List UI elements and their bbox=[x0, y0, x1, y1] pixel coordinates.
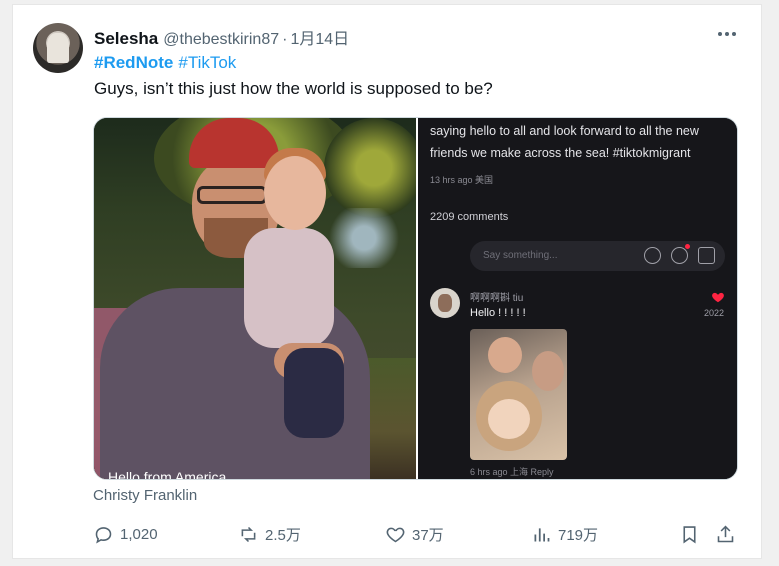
tweet-text: Guys, isn’t this just how the world is s… bbox=[94, 79, 493, 98]
comment-meta: 6 hrs ago 上海 Reply bbox=[470, 467, 554, 477]
header-separator: · bbox=[282, 31, 288, 48]
tweet-date[interactable]: 1月14日 bbox=[290, 25, 349, 49]
repost-icon bbox=[241, 526, 256, 542]
hashtag-tiktok[interactable]: #TikTok bbox=[178, 53, 236, 72]
family-photo[interactable]: Hello from America bbox=[94, 118, 416, 480]
comment-likes: 2022 bbox=[704, 308, 725, 318]
media-attribution[interactable]: Christy Franklin bbox=[93, 487, 197, 504]
share-icon bbox=[717, 525, 734, 542]
comment-photo bbox=[470, 329, 567, 460]
tree-foliage bbox=[324, 118, 416, 218]
repost-count: 2.5万 bbox=[265, 526, 301, 544]
bar-chart-icon bbox=[534, 527, 550, 541]
hashtags: #RedNote #TikTok bbox=[94, 53, 241, 73]
hashtag-rednote[interactable]: #RedNote bbox=[94, 53, 173, 72]
like-button[interactable]: 37万 bbox=[385, 520, 444, 548]
person-face bbox=[532, 351, 564, 391]
baby-body bbox=[244, 228, 334, 348]
author-name[interactable]: Selesha bbox=[94, 29, 158, 49]
like-count: 37万 bbox=[412, 526, 444, 544]
post-meta: 13 hrs ago 美国 bbox=[430, 175, 494, 185]
photo-caption: Hello from America bbox=[108, 469, 227, 480]
emoji-icon bbox=[671, 247, 688, 264]
tweet-media[interactable]: Hello from America saying hello to all a… bbox=[93, 117, 738, 480]
glasses bbox=[197, 186, 267, 204]
baby-face bbox=[264, 156, 326, 230]
notification-dot bbox=[685, 244, 690, 249]
image-icon bbox=[698, 247, 715, 264]
repost-button[interactable]: 2.5万 bbox=[238, 520, 301, 548]
tweet-header: Selesha @thebestkirin87 · 1月14日 bbox=[94, 25, 349, 49]
more-options-icon[interactable] bbox=[712, 24, 742, 44]
comment-text: Hello ! ! ! ! ! bbox=[470, 307, 526, 319]
action-bar: 1,020 2.5万 37万 719万 bbox=[93, 520, 743, 548]
author-avatar[interactable] bbox=[33, 23, 83, 73]
person-face bbox=[488, 337, 522, 373]
reply-icon bbox=[95, 526, 112, 544]
bookmark-icon bbox=[683, 525, 696, 543]
rednote-screenshot[interactable]: saying hello to all and look forward to … bbox=[418, 118, 737, 479]
commenter-name: 啊啊啊斟 tiu bbox=[470, 293, 524, 304]
share-button[interactable] bbox=[715, 520, 736, 548]
reply-button[interactable]: 1,020 bbox=[93, 520, 158, 548]
views-button[interactable]: 719万 bbox=[531, 520, 598, 548]
baby-face bbox=[488, 399, 530, 439]
heart-filled-icon bbox=[712, 292, 724, 303]
bookmark-button[interactable] bbox=[679, 520, 700, 548]
author-handle[interactable]: @thebestkirin87 bbox=[163, 31, 279, 49]
comments-count: 2209 comments bbox=[430, 211, 509, 223]
mention-icon bbox=[644, 247, 661, 264]
view-count: 719万 bbox=[558, 526, 599, 544]
comment-input: Say something... bbox=[470, 241, 725, 271]
baby-legs bbox=[284, 348, 344, 438]
comment-placeholder: Say something... bbox=[483, 250, 558, 261]
post-description: saying hello to all and look forward to … bbox=[430, 124, 699, 160]
commenter-avatar bbox=[430, 288, 460, 318]
reply-count: 1,020 bbox=[120, 525, 158, 543]
heart-icon bbox=[386, 527, 405, 542]
avatar-figure bbox=[47, 33, 69, 63]
